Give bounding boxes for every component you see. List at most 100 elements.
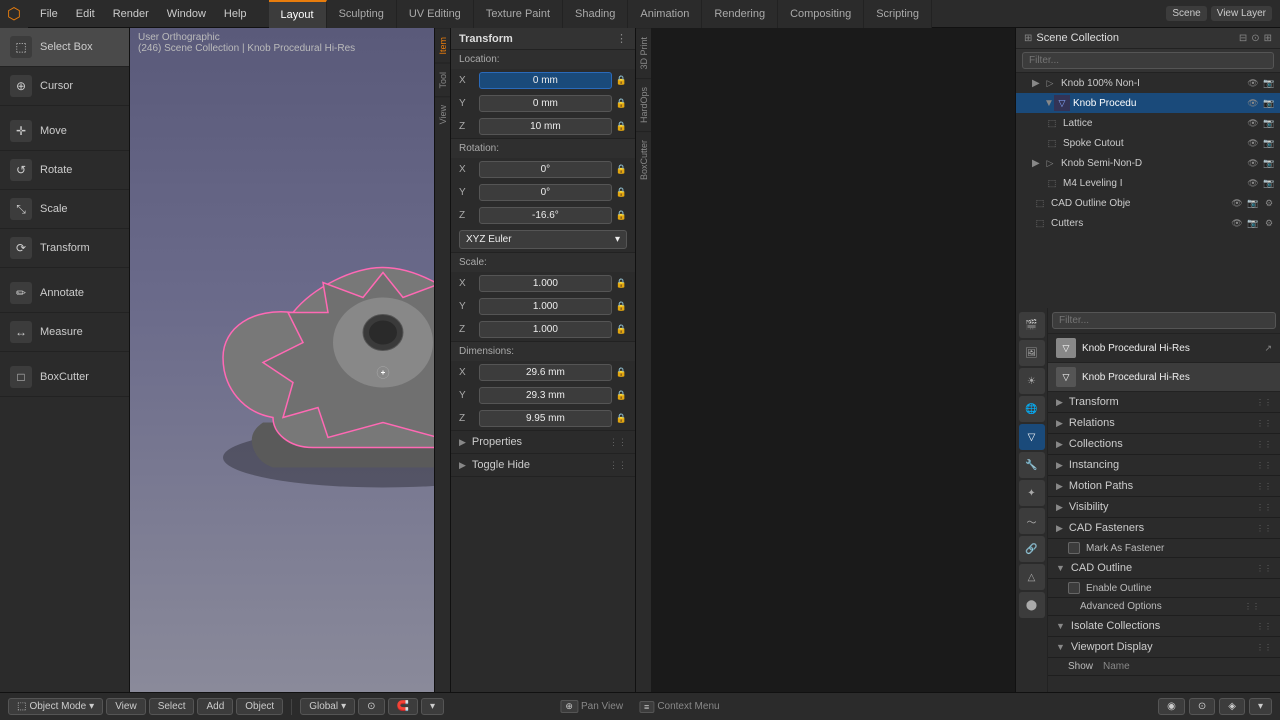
snapping-btn[interactable]: 🧲 — [388, 698, 418, 715]
location-z-value[interactable]: 10 mm — [479, 118, 612, 135]
props-advanced-options[interactable]: Advanced Options ⋮⋮ — [1048, 598, 1280, 616]
tab-scripting[interactable]: Scripting — [864, 0, 932, 28]
tool-transform[interactable]: ⟳ Transform — [0, 229, 129, 268]
rotation-x-lock-icon[interactable]: 🔒 — [616, 164, 627, 175]
props-section-visibility[interactable]: ▶ Visibility ⋮⋮ — [1048, 497, 1280, 518]
outliner-item-2[interactable]: ⬚ Lattice 👁 📷 — [1016, 113, 1280, 133]
menu-help[interactable]: Help — [216, 6, 255, 22]
outliner-visibility-icon-7[interactable]: 👁 — [1230, 216, 1244, 230]
outliner-extra-icon-7[interactable]: ⚙ — [1262, 216, 1276, 230]
props-section-instancing[interactable]: ▶ Instancing ⋮⋮ — [1048, 455, 1280, 476]
toggle-hide-section[interactable]: ▶ Toggle Hide ⋮⋮ — [451, 454, 635, 477]
tool-rotate[interactable]: ↺ Rotate — [0, 151, 129, 190]
outliner-visibility-icon-2[interactable]: 👁 — [1246, 116, 1260, 130]
props-section-cadoutline[interactable]: ▼ CAD Outline ⋮⋮ — [1048, 558, 1280, 579]
scale-y-lock-icon[interactable]: 🔒 — [616, 301, 627, 312]
properties-object-link-icon[interactable]: ↗ — [1264, 343, 1272, 354]
outliner-visibility-icon-3[interactable]: 👁 — [1246, 136, 1260, 150]
props-icon-scene[interactable]: 🎬 — [1019, 312, 1045, 338]
props-show-name[interactable]: Show Name — [1048, 658, 1280, 676]
tool-annotate[interactable]: ✏ Annotate — [0, 274, 129, 313]
outliner-item-4[interactable]: ▶ ▷ Knob Semi-Non-D 👁 📷 — [1016, 153, 1280, 173]
props-section-viewport-display[interactable]: ▼ Viewport Display ⋮⋮ — [1048, 637, 1280, 658]
props-icon-physics[interactable]: 〜 — [1019, 508, 1045, 534]
object-mode-btn[interactable]: ⬚ Object Mode ▾ — [8, 698, 103, 715]
props-mark-fastener-checkbox[interactable] — [1068, 542, 1080, 554]
props-icon-material[interactable]: ⬤ — [1019, 592, 1045, 618]
location-y-lock-icon[interactable]: 🔒 — [616, 98, 627, 109]
side-tab-hardops[interactable]: HardOps — [636, 78, 651, 131]
select-btn[interactable]: Select — [149, 698, 195, 715]
scale-x-value[interactable]: 1.000 — [479, 275, 612, 292]
snap-settings-btn[interactable]: ▾ — [421, 698, 444, 715]
side-tab-view[interactable]: View — [435, 96, 450, 132]
props-mark-as-fastener[interactable]: Mark As Fastener — [1048, 539, 1280, 558]
dimensions-z-value[interactable]: 9.95 mm — [479, 410, 612, 427]
transform-section-header[interactable]: Transform ⋮ — [451, 28, 635, 50]
tool-select-box[interactable]: ⬚ Select Box — [0, 28, 129, 67]
props-icon-scene2[interactable]: ☀ — [1019, 368, 1045, 394]
viewlayer-selector[interactable]: View Layer — [1211, 6, 1272, 21]
tool-move[interactable]: ✛ Move — [0, 112, 129, 151]
outliner-visibility-icon-5[interactable]: 👁 — [1246, 176, 1260, 190]
menu-render[interactable]: Render — [105, 6, 157, 22]
props-enable-outline[interactable]: Enable Outline — [1048, 579, 1280, 598]
scale-y-value[interactable]: 1.000 — [479, 298, 612, 315]
properties-section[interactable]: ▶ Properties ⋮⋮ — [451, 431, 635, 454]
side-tab-boxcutter[interactable]: BoxCutter — [636, 131, 651, 188]
outliner-render-icon-7[interactable]: 📷 — [1246, 216, 1260, 230]
properties-search-input[interactable] — [1052, 312, 1276, 329]
props-section-transform[interactable]: ▶ Transform ⋮⋮ — [1048, 392, 1280, 413]
tool-measure[interactable]: ↔ Measure — [0, 313, 129, 352]
outliner-visibility-icon-4[interactable]: 👁 — [1246, 156, 1260, 170]
scale-z-lock-icon[interactable]: 🔒 — [616, 324, 627, 335]
props-icon-modifier[interactable]: 🔧 — [1019, 452, 1045, 478]
tab-rendering[interactable]: Rendering — [702, 0, 778, 28]
side-tab-3dprint[interactable]: 3D Print — [636, 28, 651, 78]
outliner-search-input[interactable] — [1022, 52, 1274, 69]
outliner-visibility-icon-0[interactable]: 👁 — [1246, 76, 1260, 90]
dimensions-x-value[interactable]: 29.6 mm — [479, 364, 612, 381]
props-icon-data[interactable]: △ — [1019, 564, 1045, 590]
outliner-settings-icon[interactable]: ⊙ — [1251, 33, 1259, 44]
props-enable-outline-checkbox[interactable] — [1068, 582, 1080, 594]
outliner-viewlayer-icon[interactable]: ⊞ — [1264, 33, 1272, 44]
props-section-motionpaths[interactable]: ▶ Motion Paths ⋮⋮ — [1048, 476, 1280, 497]
blender-logo-icon[interactable]: ⬡ — [0, 0, 28, 28]
outliner-visibility-icon-6[interactable]: 👁 — [1230, 196, 1244, 210]
tool-scale[interactable]: ⤡ Scale — [0, 190, 129, 229]
viewport-overlay-btn[interactable]: ⊙ — [1189, 698, 1215, 715]
props-section-relations[interactable]: ▶ Relations ⋮⋮ — [1048, 413, 1280, 434]
props-icon-object[interactable]: ▽ — [1019, 424, 1045, 450]
menu-window[interactable]: Window — [159, 6, 214, 22]
tab-texture-paint[interactable]: Texture Paint — [474, 0, 563, 28]
global-transform-btn[interactable]: Global ▾ — [300, 698, 355, 715]
outliner-visibility-icon-1[interactable]: 👁 — [1246, 96, 1260, 110]
props-icon-renderlayer[interactable]: 🖼 — [1019, 340, 1045, 366]
tab-sculpting[interactable]: Sculpting — [327, 0, 397, 28]
tab-shading[interactable]: Shading — [563, 0, 628, 28]
location-y-value[interactable]: 0 mm — [479, 95, 612, 112]
outliner-item-6[interactable]: ⬚ CAD Outline Obje 👁 📷 ⚙ — [1016, 193, 1280, 213]
tab-layout[interactable]: Layout — [269, 0, 327, 28]
menu-file[interactable]: File — [32, 6, 66, 22]
props-section-collections[interactable]: ▶ Collections ⋮⋮ — [1048, 434, 1280, 455]
side-tab-tool[interactable]: Tool — [435, 63, 450, 97]
scene-selector[interactable]: Scene — [1166, 6, 1206, 21]
dimensions-y-value[interactable]: 29.3 mm — [479, 387, 612, 404]
tool-boxcutter[interactable]: □ BoxCutter — [0, 358, 129, 397]
outliner-render-icon-4[interactable]: 📷 — [1262, 156, 1276, 170]
location-x-lock-icon[interactable]: 🔒 — [616, 75, 627, 86]
outliner-extra-icon-6[interactable]: ⚙ — [1262, 196, 1276, 210]
rotation-y-value[interactable]: 0° — [479, 184, 612, 201]
outliner-item-1[interactable]: ▼ ▽ Knob Procedu 👁 📷 — [1016, 93, 1280, 113]
rotation-mode-dropdown[interactable]: XYZ Euler ▾ — [459, 230, 627, 249]
location-z-lock-icon[interactable]: 🔒 — [616, 121, 627, 132]
outliner-item-3[interactable]: ⬚ Spoke Cutout 👁 📷 — [1016, 133, 1280, 153]
dimensions-x-lock-icon[interactable]: 🔒 — [616, 367, 627, 378]
outliner-render-icon-6[interactable]: 📷 — [1246, 196, 1260, 210]
rotation-y-lock-icon[interactable]: 🔒 — [616, 187, 627, 198]
object-btn[interactable]: Object — [236, 698, 283, 715]
rotation-z-lock-icon[interactable]: 🔒 — [616, 210, 627, 221]
outliner-filter-icon[interactable]: ⊟ — [1239, 33, 1247, 44]
